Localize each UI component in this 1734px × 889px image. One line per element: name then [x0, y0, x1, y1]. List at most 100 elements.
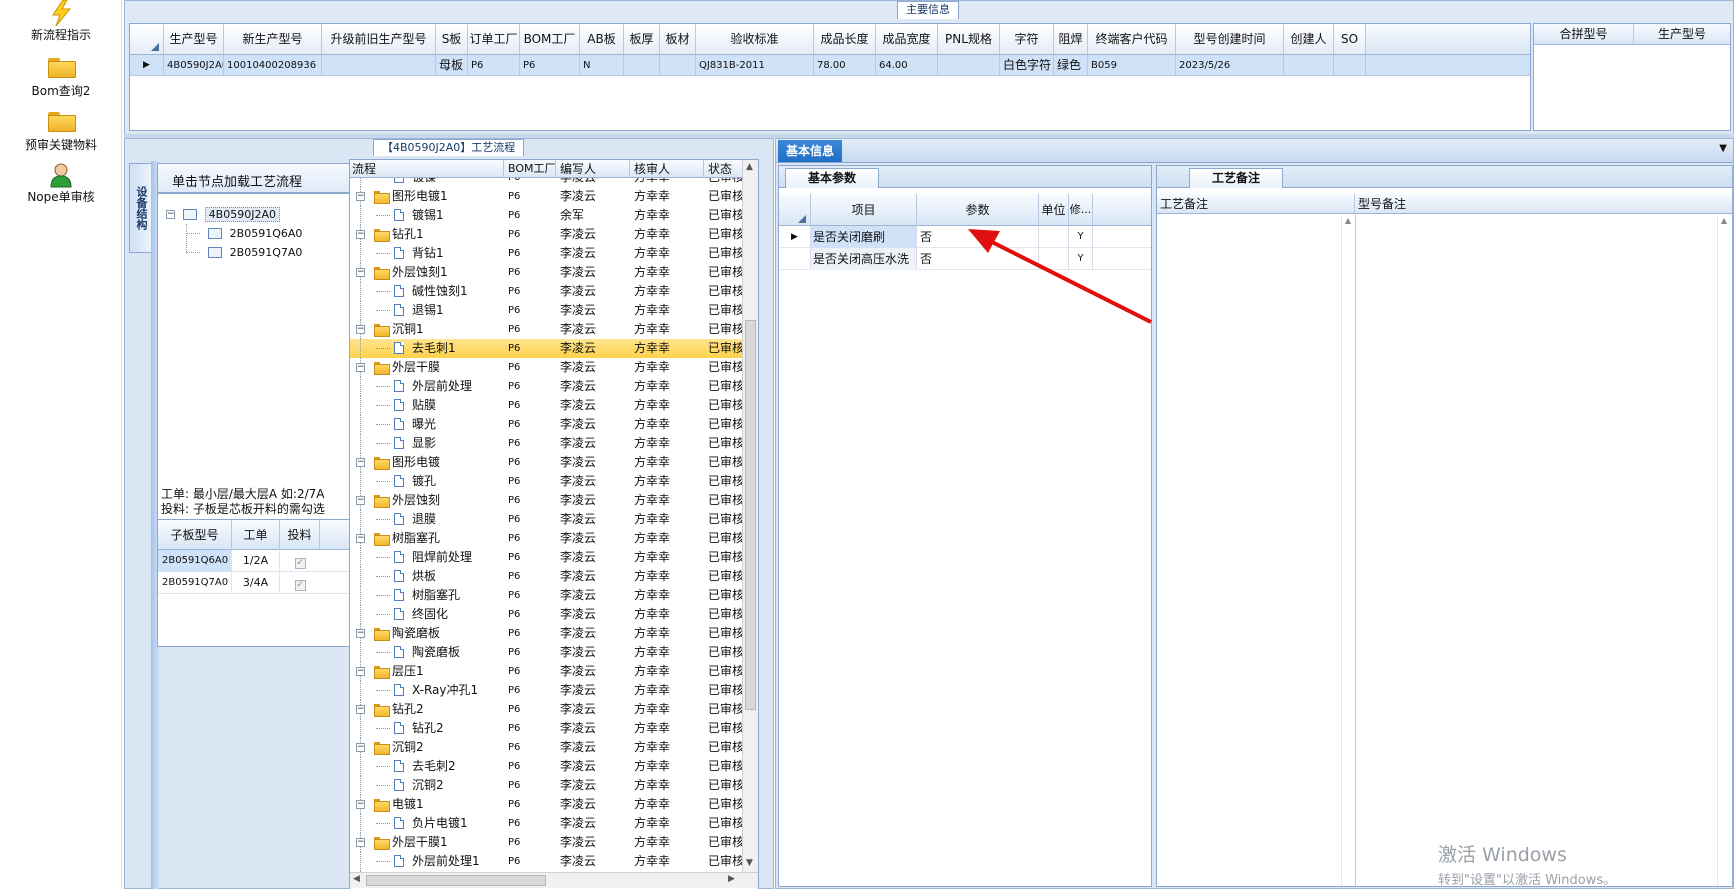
subtab-basic-params[interactable]: 基本参数 — [785, 168, 880, 188]
flow-row[interactable]: − 沉铜1 P6 李凌云 方幸幸 已审核 — [350, 320, 742, 339]
flow-row[interactable]: 去毛刺2 P6 李凌云 方幸幸 已审核 — [350, 757, 742, 776]
col-header[interactable]: 字符 — [1000, 24, 1054, 54]
horizontal-scrollbar[interactable]: ◀ ▶ — [350, 872, 758, 888]
flow-row[interactable]: − 钻孔2 P6 李凌云 方幸幸 已审核 — [350, 700, 742, 719]
flow-row[interactable]: 贴膜 P6 李凌云 方幸幸 已审核 — [350, 396, 742, 415]
flow-row[interactable]: − 陶瓷磨板 P6 李凌云 方幸幸 已审核 — [350, 624, 742, 643]
collapse-icon[interactable]: − — [356, 325, 365, 334]
collapse-icon[interactable]: − — [356, 629, 365, 638]
flow-row[interactable]: 显影 P6 李凌云 方幸幸 已审核 — [350, 434, 742, 453]
col-header[interactable]: BOM工厂 — [520, 24, 580, 54]
col-header[interactable]: S板 — [436, 24, 468, 54]
flow-row[interactable]: 钻孔2 P6 李凌云 方幸幸 已审核 — [350, 719, 742, 738]
dropdown-icon[interactable]: ▼ — [1719, 143, 1727, 154]
col-header[interactable]: 阻焊 — [1054, 24, 1088, 54]
scroll-thumb[interactable] — [745, 320, 756, 710]
scroll-up-icon[interactable]: ▲ — [1718, 216, 1730, 225]
flow-row[interactable]: − 层压1 P6 李凌云 方幸幸 已审核 — [350, 662, 742, 681]
collapse-icon[interactable]: − — [356, 496, 365, 505]
col-header[interactable]: 成品宽度 — [876, 24, 938, 54]
collapse-icon[interactable]: − — [356, 458, 365, 467]
col-header[interactable]: 订单工厂 — [468, 24, 520, 54]
collapse-icon[interactable]: − — [356, 743, 365, 752]
flow-row[interactable]: − 钻孔1 P6 李凌云 方幸幸 已审核 — [350, 225, 742, 244]
nav-item-bom-query[interactable]: Bom查询2 — [0, 56, 122, 99]
flow-row[interactable]: 退锡1 P6 李凌云 方幸幸 已审核 — [350, 301, 742, 320]
flow-row[interactable]: − 树脂塞孔 P6 李凌云 方幸幸 已审核 — [350, 529, 742, 548]
feed-checkbox[interactable]: ✓ — [280, 572, 320, 594]
flow-row[interactable]: 终固化 P6 李凌云 方幸幸 已审核 — [350, 605, 742, 624]
production-model-header[interactable]: 生产型号 — [1634, 24, 1730, 45]
collapse-icon[interactable]: − — [356, 667, 365, 676]
tree-node-child[interactable]: 2B0591Q7A0 — [186, 242, 302, 262]
nav-item-nope-review[interactable]: Nope单审核 — [0, 162, 122, 205]
col-feed[interactable]: 投料 — [280, 520, 320, 550]
col-header[interactable]: 新生产型号 — [224, 24, 322, 54]
col-header[interactable]: 板厚 — [624, 24, 660, 54]
flow-row[interactable]: 烘板 P6 李凌云 方幸幸 已审核 — [350, 567, 742, 586]
flow-row[interactable]: 镀镍 P6 李凌云方幸幸已审核 — [350, 178, 742, 187]
feed-checkbox[interactable]: ✓ — [280, 550, 320, 572]
scroll-right-icon[interactable]: ▶ — [728, 874, 735, 884]
collapse-icon[interactable]: − — [356, 705, 365, 714]
col-writer[interactable]: 编写人 — [556, 160, 630, 178]
collapse-icon[interactable]: − — [356, 838, 365, 847]
col-header[interactable]: 升级前旧生产型号 — [322, 24, 436, 54]
col-header[interactable]: AB板 — [580, 24, 624, 54]
col-header[interactable]: 生产型号 — [164, 24, 224, 54]
flow-row[interactable]: 树脂塞孔 P6 李凌云 方幸幸 已审核 — [350, 586, 742, 605]
col-header[interactable]: 成品长度 — [814, 24, 876, 54]
col-model-remark[interactable]: 型号备注 — [1355, 194, 1732, 214]
flow-row[interactable]: 陶瓷磨板 P6 李凌云 方幸幸 已审核 — [350, 643, 742, 662]
collapse-icon[interactable]: − — [356, 268, 365, 277]
col-header[interactable]: 板材 — [660, 24, 696, 54]
col-header[interactable]: 型号创建时间 — [1176, 24, 1284, 54]
model-remark-scrollbar[interactable]: ▲ — [1717, 216, 1730, 886]
col-sub-model[interactable]: 子板型号 — [158, 520, 232, 550]
flow-row[interactable]: 背钻1 P6 李凌云 方幸幸 已审核 — [350, 244, 742, 263]
flow-row[interactable]: 负片电镀1 P6 李凌云 方幸幸 已审核 — [350, 814, 742, 833]
tree-node-root[interactable]: − 4B0590J2A0 — [166, 204, 280, 224]
flow-row[interactable]: − 外层蚀刻 P6 李凌云 方幸幸 已审核 — [350, 491, 742, 510]
col-status[interactable]: 状态 — [704, 160, 742, 178]
col-flow[interactable]: 流程 — [352, 160, 504, 178]
col-reviewer[interactable]: 核审人 — [630, 160, 704, 178]
flow-row[interactable]: − 沉铜2 P6 李凌云 方幸幸 已审核 — [350, 738, 742, 757]
tab-basic-info[interactable]: 基本信息 — [778, 140, 843, 162]
flow-row[interactable]: − 图形电镀 P6 李凌云 方幸幸 已审核 — [350, 453, 742, 472]
flow-row[interactable]: 去毛刺1 P6 李凌云 方幸幸 已审核 — [350, 339, 742, 358]
process-remark-scrollbar[interactable]: ▲ — [1341, 216, 1354, 886]
collapse-icon[interactable]: − — [356, 534, 365, 543]
flow-row[interactable]: 外层前处理 P6 李凌云 方幸幸 已审核 — [350, 377, 742, 396]
subtab-process-remarks[interactable]: 工艺备注 — [1189, 168, 1284, 188]
flow-row[interactable]: − 图形电镀1 P6 李凌云 方幸幸 已审核 — [350, 187, 742, 206]
flow-row[interactable]: − 外层干膜 P6 李凌云 方幸幸 已审核 — [350, 358, 742, 377]
flow-row[interactable]: − 外层蚀刻1 P6 李凌云 方幸幸 已审核 — [350, 263, 742, 282]
table-row[interactable]: ▶ 4B0590J2A0 10010400208936 母板 P6 P6 N QJ831B-… — [130, 55, 1530, 76]
scroll-up-icon[interactable]: ▲ — [1342, 216, 1354, 225]
scroll-left-icon[interactable]: ◀ — [353, 874, 360, 884]
flow-row[interactable]: X-Ray冲孔1 P6 李凌云 方幸幸 已审核 — [350, 681, 742, 700]
flow-row[interactable]: 外层前处理1 P6 李凌云 方幸幸 已审核 — [350, 852, 742, 871]
collapse-icon[interactable]: − — [356, 800, 365, 809]
flow-row[interactable]: 碱性蚀刻1 P6 李凌云 方幸幸 已审核 — [350, 282, 742, 301]
flow-row[interactable]: 沉铜2 P6 李凌云 方幸幸 已审核 — [350, 776, 742, 795]
col-process-remark[interactable]: 工艺备注 — [1157, 194, 1355, 214]
col-bom-factory[interactable]: BOM工厂 — [504, 160, 556, 178]
col-header[interactable]: 终端客户代码 — [1088, 24, 1176, 54]
col-header[interactable]: 验收标准 — [696, 24, 814, 54]
collapse-icon[interactable]: − — [356, 230, 365, 239]
vertical-scrollbar[interactable]: ▲ ▼ — [742, 160, 758, 872]
merge-model-header[interactable]: 合拼型号 — [1534, 24, 1634, 45]
tree-node-child[interactable]: 2B0591Q6A0 — [186, 223, 302, 243]
scroll-down-icon[interactable]: ▼ — [746, 858, 753, 868]
collapse-icon[interactable]: − — [356, 363, 365, 372]
flow-row[interactable]: 镀孔 P6 李凌云 方幸幸 已审核 — [350, 472, 742, 491]
collapse-icon[interactable]: − — [356, 192, 365, 201]
scroll-thumb[interactable] — [366, 875, 546, 886]
flow-row[interactable]: 阻焊前处理 P6 李凌云 方幸幸 已审核 — [350, 548, 742, 567]
nav-item-prereview-material[interactable]: 预审关键物料 — [0, 110, 122, 153]
col-order[interactable]: 工单 — [232, 520, 280, 550]
scroll-up-icon[interactable]: ▲ — [746, 162, 753, 172]
col-header[interactable]: 创建人 — [1284, 24, 1334, 54]
